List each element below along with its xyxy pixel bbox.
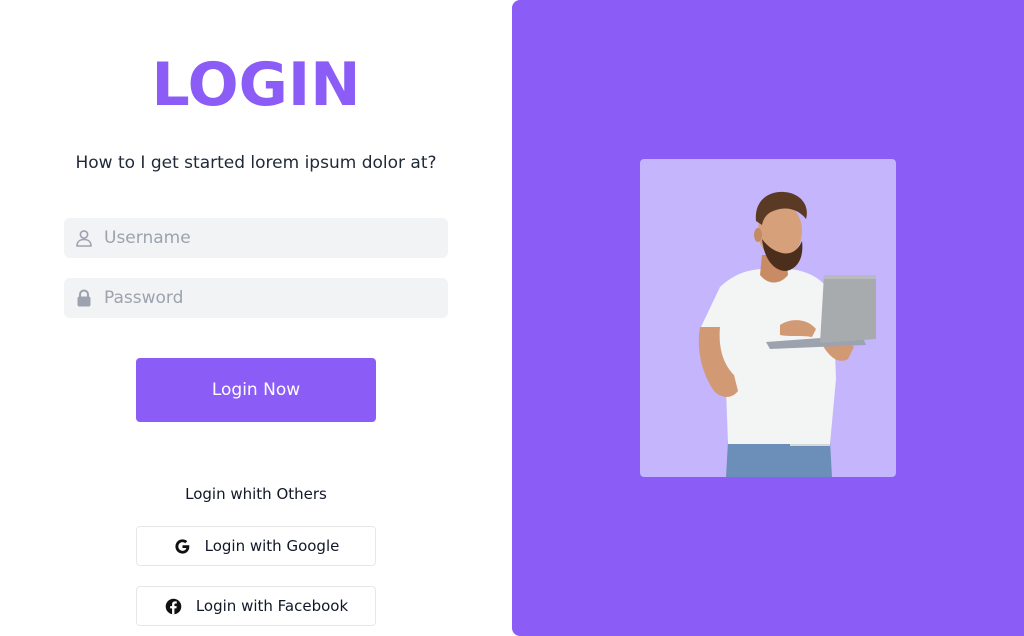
login-facebook-button[interactable]: Login with Facebook (136, 586, 376, 626)
login-google-button[interactable]: Login with Google (136, 526, 376, 566)
username-input[interactable] (104, 218, 448, 258)
facebook-icon (164, 596, 184, 616)
facebook-label: Login with Facebook (195, 597, 349, 615)
username-field[interactable] (64, 218, 448, 258)
password-input[interactable] (104, 278, 448, 318)
subtitle: How to I get started lorem ipsum dolor a… (75, 153, 437, 173)
man-with-laptop-photo (698, 191, 876, 477)
google-label: Login with Google (204, 537, 340, 555)
user-icon (64, 228, 104, 248)
google-icon (173, 536, 193, 556)
password-field[interactable] (64, 278, 448, 318)
lock-icon (64, 288, 104, 308)
hero-photo-card (640, 159, 896, 477)
login-now-button[interactable]: Login Now (136, 358, 376, 422)
login-others-label: Login whith Others (185, 485, 327, 503)
hero-panel (512, 0, 1024, 636)
login-panel: LOGIN How to I get started lorem ipsum d… (0, 0, 512, 636)
page-title: LOGIN (151, 50, 361, 120)
